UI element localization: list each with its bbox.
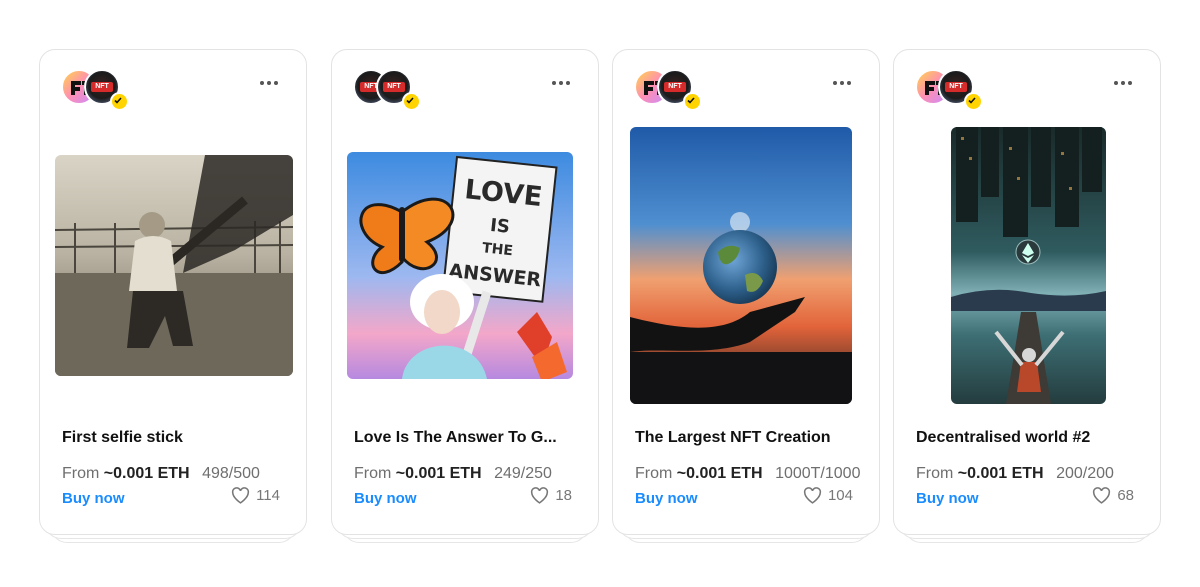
check-icon	[968, 97, 976, 104]
avatar-group[interactable]: NFT	[61, 69, 131, 111]
more-options-button[interactable]	[1114, 80, 1132, 86]
like-count: 18	[555, 487, 572, 504]
like-button[interactable]: 18	[530, 487, 572, 504]
nft-title[interactable]: Decentralised world #2	[916, 429, 1090, 447]
like-count: 114	[256, 487, 280, 504]
nft-badge: NFT	[383, 82, 405, 92]
price-row: From ~0.001 ETH 1000T/1000	[635, 465, 860, 483]
price-value: ~0.001 ETH	[395, 465, 482, 482]
nft-card-3[interactable]: NFT The Largest NFT Creation From ~0.001…	[612, 49, 880, 543]
nft-card-1[interactable]: NFT First selfie stick From ~0.001 ETH 4…	[39, 49, 307, 543]
nft-badge: NFT	[945, 82, 967, 92]
nft-image[interactable]	[951, 127, 1106, 404]
price-value: ~0.001 ETH	[957, 465, 1044, 482]
edition-count: 200/200	[1056, 465, 1114, 482]
edition-count: 498/500	[202, 465, 260, 482]
nft-title[interactable]: First selfie stick	[62, 429, 183, 447]
sign-word-2: IS	[489, 215, 511, 238]
price-value: ~0.001 ETH	[676, 465, 763, 482]
like-button[interactable]: 104	[803, 487, 853, 504]
nft-card-4[interactable]: NFT Decentralised world #2 From ~0.001 E…	[893, 49, 1161, 543]
avatar-group[interactable]: NFT	[634, 69, 704, 111]
nft-badge: NFT	[664, 82, 686, 92]
heart-icon	[803, 487, 822, 504]
verified-badge	[402, 92, 421, 111]
more-options-button[interactable]	[833, 80, 851, 86]
card-body: NFT	[893, 49, 1161, 535]
verified-badge	[683, 92, 702, 111]
nft-badge: NFT	[91, 82, 113, 92]
price-from-label: From	[354, 465, 392, 482]
price-row: From ~0.001 ETH 200/200	[916, 465, 1114, 483]
heart-icon	[1093, 487, 1111, 504]
edition-count: 249/250	[494, 465, 552, 482]
avatar-group[interactable]: NFT NFT	[353, 69, 423, 111]
nft-image[interactable]: LOVE IS THE ANSWER	[347, 152, 573, 379]
heart-icon	[531, 487, 549, 504]
price-from-label: From	[635, 465, 673, 482]
sign-word-3: THE	[481, 240, 513, 259]
nft-title[interactable]: The Largest NFT Creation	[635, 429, 831, 447]
nft-title[interactable]: Love Is The Answer To G...	[354, 429, 557, 447]
like-button[interactable]: 114	[231, 487, 280, 504]
price-row: From ~0.001 ETH 249/250	[354, 465, 552, 483]
like-button[interactable]: 68	[1092, 487, 1134, 504]
verified-badge	[964, 92, 983, 111]
avatar-group[interactable]: NFT	[915, 69, 985, 111]
card-body: NFT	[39, 49, 307, 535]
buy-now-link[interactable]: Buy now	[62, 490, 125, 507]
heart-icon	[232, 487, 250, 504]
price-value: ~0.001 ETH	[103, 465, 190, 482]
buy-now-link[interactable]: Buy now	[354, 490, 417, 507]
check-icon	[114, 97, 122, 104]
more-options-button[interactable]	[552, 80, 570, 86]
nft-card-2[interactable]: NFT NFT LOVE IS THE ANSWER Love Is The A…	[331, 49, 599, 543]
check-icon	[406, 97, 414, 104]
more-options-button[interactable]	[260, 80, 278, 86]
price-row: From ~0.001 ETH 498/500	[62, 465, 260, 483]
like-count: 68	[1117, 487, 1134, 504]
like-count: 104	[827, 487, 853, 504]
card-body: NFT	[612, 49, 880, 535]
buy-now-link[interactable]: Buy now	[635, 490, 698, 507]
check-icon	[687, 97, 695, 104]
nft-image[interactable]	[630, 127, 852, 404]
nft-image[interactable]	[55, 155, 293, 376]
card-body: NFT NFT LOVE IS THE ANSWER Love Is The A…	[331, 49, 599, 535]
verified-badge	[110, 92, 129, 111]
buy-now-link[interactable]: Buy now	[916, 490, 979, 507]
price-from-label: From	[62, 465, 100, 482]
price-from-label: From	[916, 465, 954, 482]
edition-count: 1000T/1000	[775, 465, 861, 482]
